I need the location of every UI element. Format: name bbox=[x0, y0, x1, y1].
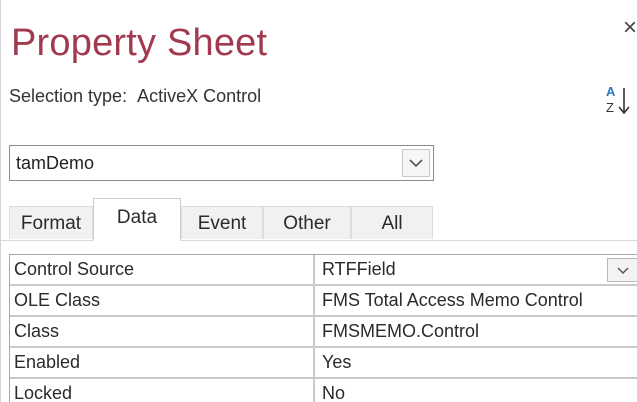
selection-type-label: Selection type: bbox=[9, 86, 128, 106]
sort-a-z-icon[interactable]: A Z bbox=[605, 82, 631, 118]
property-value-locked[interactable]: No bbox=[317, 379, 637, 402]
property-row-ole-class: OLE Class FMS Total Access Memo Control bbox=[10, 286, 637, 317]
property-row-class: Class FMSMEMO.Control bbox=[10, 317, 637, 348]
selection-type: Selection type: ActiveX Control bbox=[9, 86, 261, 107]
chevron-down-icon bbox=[617, 267, 629, 275]
property-row-enabled: Enabled Yes bbox=[10, 348, 637, 379]
property-name: Enabled bbox=[10, 348, 315, 377]
chevron-down-icon bbox=[409, 159, 423, 168]
tab-data[interactable]: Data bbox=[93, 198, 181, 241]
property-row-control-source: Control Source RTFField bbox=[10, 255, 637, 286]
object-selector-value: tamDemo bbox=[16, 153, 95, 173]
svg-text:Z: Z bbox=[606, 100, 614, 115]
property-grid: Control Source RTFField OLE Class FMS To… bbox=[9, 254, 637, 402]
tab-all[interactable]: All bbox=[351, 206, 433, 239]
svg-text:A: A bbox=[606, 84, 616, 99]
tab-event[interactable]: Event bbox=[181, 206, 263, 239]
property-value-class[interactable]: FMSMEMO.Control bbox=[317, 317, 637, 346]
property-row-locked: Locked No bbox=[10, 379, 637, 402]
property-sheet-pane: Property Sheet × Selection type: ActiveX… bbox=[0, 0, 637, 402]
close-button[interactable]: × bbox=[623, 14, 637, 42]
property-name: Class bbox=[10, 317, 315, 346]
tab-other[interactable]: Other bbox=[263, 206, 351, 239]
property-name: OLE Class bbox=[10, 286, 315, 315]
object-selector-dropdown-button[interactable] bbox=[402, 149, 430, 177]
control-source-dropdown-button[interactable] bbox=[607, 258, 637, 282]
selection-type-value: ActiveX Control bbox=[137, 86, 262, 106]
page-title: Property Sheet bbox=[11, 22, 268, 64]
property-name: Locked bbox=[10, 379, 315, 402]
tab-format[interactable]: Format bbox=[9, 206, 93, 239]
close-icon: × bbox=[623, 14, 637, 41]
tab-strip: Format Data Event Other All bbox=[1, 198, 637, 241]
property-value-control-source[interactable]: RTFField bbox=[317, 255, 637, 284]
object-selector-combo[interactable]: tamDemo bbox=[9, 145, 434, 181]
property-value-ole-class[interactable]: FMS Total Access Memo Control bbox=[317, 286, 637, 315]
property-name: Control Source bbox=[10, 255, 315, 284]
property-value-enabled[interactable]: Yes bbox=[317, 348, 637, 377]
